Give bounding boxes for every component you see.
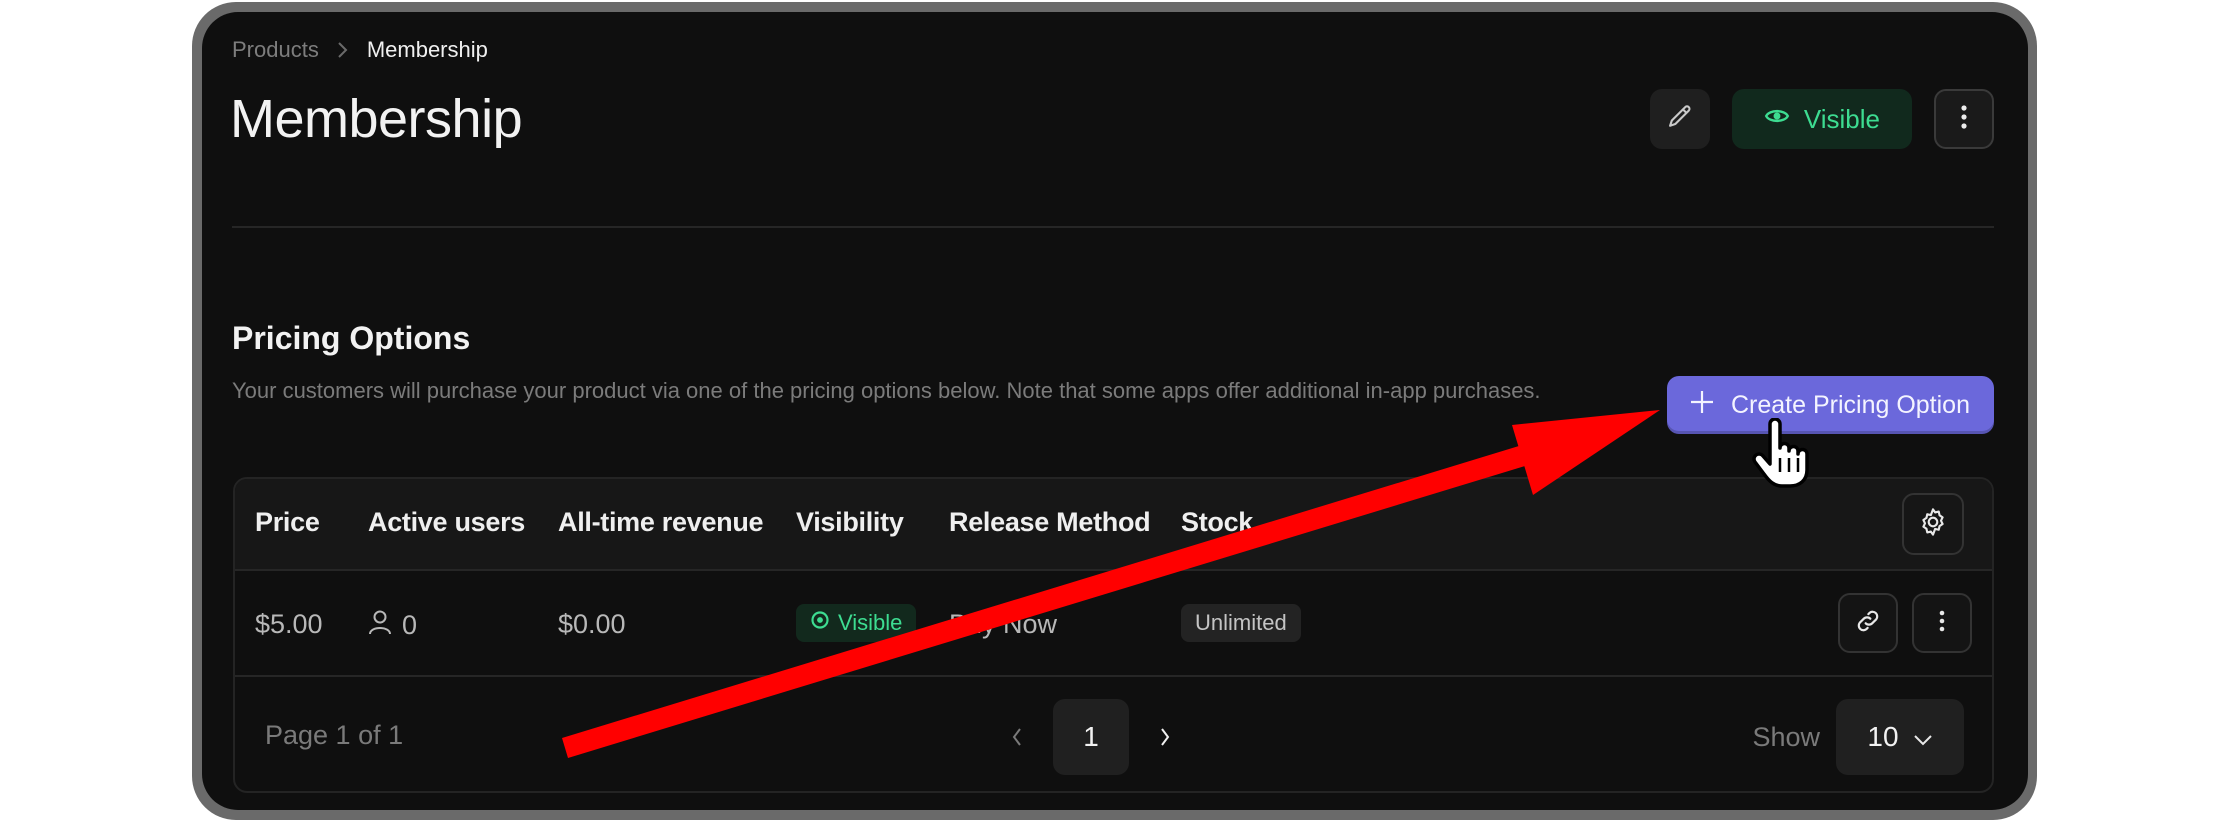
user-icon xyxy=(368,609,392,642)
eye-icon xyxy=(1764,103,1790,136)
pricing-options-table: Price Active users All-time revenue Visi… xyxy=(233,477,1994,793)
page-size-select[interactable]: 10 xyxy=(1836,699,1964,775)
pagination: 1 xyxy=(1011,699,1171,775)
column-header-revenue: All-time revenue xyxy=(558,507,764,537)
gear-icon xyxy=(1917,506,1949,543)
pricing-options-title: Pricing Options xyxy=(232,320,471,356)
more-vertical-icon xyxy=(1960,104,1968,135)
copy-link-button[interactable] xyxy=(1838,593,1898,653)
stock-badge: Unlimited xyxy=(1181,604,1301,642)
row-more-options-button[interactable] xyxy=(1912,593,1972,653)
section-divider xyxy=(232,226,1994,228)
more-vertical-icon xyxy=(1938,609,1946,638)
more-options-button[interactable] xyxy=(1934,89,1994,149)
table-settings-button[interactable] xyxy=(1902,493,1964,555)
breadcrumb: Products Membership xyxy=(232,37,488,63)
create-pricing-option-button[interactable]: Create Pricing Option xyxy=(1666,376,1994,434)
visibility-toggle-button[interactable]: Visible xyxy=(1731,89,1912,149)
column-header-stock: Stock xyxy=(1181,507,1254,537)
table-row[interactable]: $5.00 0 $0.00 Visible Buy Now Unlimited xyxy=(235,571,1992,677)
show-label: Show xyxy=(1752,721,1820,752)
previous-page-button[interactable] xyxy=(1011,726,1023,748)
cell-release-method: Buy Now xyxy=(949,609,1058,639)
column-header-price: Price xyxy=(255,507,320,537)
edit-button[interactable] xyxy=(1649,89,1710,149)
next-page-button[interactable] xyxy=(1159,726,1171,748)
app-screen: Products Membership Membership Visible P… xyxy=(202,12,2028,810)
visibility-badge: Visible xyxy=(796,604,917,642)
column-header-active-users: Active users xyxy=(368,507,525,537)
cell-active-users: 0 xyxy=(368,609,417,642)
breadcrumb-current: Membership xyxy=(366,37,488,62)
plus-icon xyxy=(1689,389,1715,422)
pricing-options-description: Your customers will purchase your produc… xyxy=(232,378,1541,403)
column-header-release-method: Release Method xyxy=(949,507,1151,537)
page-title: Membership xyxy=(230,89,523,149)
table-header: Price Active users All-time revenue Visi… xyxy=(235,479,1992,571)
active-users-count: 0 xyxy=(402,610,418,640)
cell-price: $5.00 xyxy=(255,609,323,639)
cell-revenue: $0.00 xyxy=(558,609,626,639)
chevron-right-icon xyxy=(337,41,349,59)
visibility-label: Visible xyxy=(1803,103,1880,134)
header-actions: Visible xyxy=(1649,89,1994,149)
create-pricing-option-label: Create Pricing Option xyxy=(1730,390,1970,419)
chevron-down-icon xyxy=(1913,721,1933,753)
pencil-icon xyxy=(1666,103,1694,136)
eye-icon xyxy=(810,610,830,636)
link-icon xyxy=(1854,607,1882,640)
hand-cursor-icon xyxy=(1752,417,1810,495)
breadcrumb-products-link[interactable]: Products xyxy=(232,37,319,63)
table-footer: Page 1 of 1 1 Show 10 xyxy=(235,677,1992,791)
page-info: Page 1 of 1 xyxy=(265,720,404,750)
page-size-value: 10 xyxy=(1867,721,1899,752)
page-1-button[interactable]: 1 xyxy=(1053,699,1129,775)
column-header-visibility: Visibility xyxy=(796,507,904,537)
page-size-control: Show 10 xyxy=(1752,699,1964,775)
visibility-badge-label: Visible xyxy=(838,610,903,635)
